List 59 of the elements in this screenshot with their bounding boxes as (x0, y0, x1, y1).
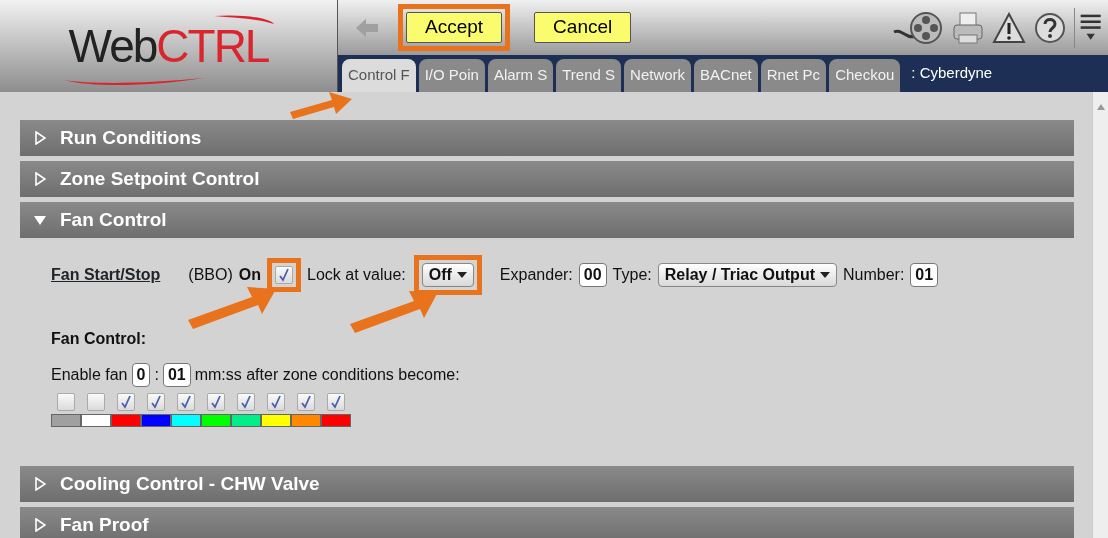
menu-icon[interactable] (1074, 7, 1104, 48)
field-label: Number: (843, 265, 905, 285)
tab[interactable]: Rnet Pc (760, 58, 827, 92)
annotation-arrow (290, 92, 352, 119)
tab[interactable]: Trend S (556, 58, 622, 92)
number-field[interactable]: 01 (910, 263, 939, 287)
section-header[interactable]: Run Conditions (20, 120, 1074, 156)
warning-icon[interactable] (992, 11, 1026, 44)
type-dropdown[interactable]: Relay / Triac Output (657, 263, 837, 287)
caret-icon (820, 272, 830, 278)
value-dropdown[interactable]: Off (421, 263, 474, 287)
cancel-button[interactable]: Cancel (534, 12, 632, 43)
field-label: Lock at value: (307, 265, 406, 285)
film-reel-icon[interactable] (892, 9, 944, 46)
printer-icon[interactable] (952, 10, 984, 45)
field-label: Type: (612, 265, 652, 285)
field-label: Enable fan (51, 365, 128, 385)
section-header[interactable]: Fan Control (20, 202, 1074, 238)
point-link[interactable]: Fan Start/Stop (51, 263, 161, 287)
section-header[interactable]: Fan Proof (20, 507, 1074, 538)
tab[interactable]: I/O Poin (418, 58, 485, 92)
condition-checkbox[interactable] (57, 393, 75, 411)
section-header[interactable]: Cooling Control - CHW Valve (20, 466, 1074, 502)
field-label: mm:ss after zone conditions become: (194, 365, 460, 385)
condition-checkbox[interactable] (237, 393, 255, 411)
lock-checkbox[interactable] (275, 266, 293, 284)
logo: WebCTRL (0, 0, 338, 92)
condition-checkbox[interactable] (147, 393, 165, 411)
value-label: On (238, 265, 261, 285)
expand-icon (34, 477, 46, 491)
location-label: : Cyberdyne (910, 62, 993, 83)
condition-checkbox[interactable] (327, 393, 345, 411)
tab[interactable]: Checkou (829, 58, 901, 92)
condition-checkbox[interactable] (267, 393, 285, 411)
point-type: (BBO) (188, 265, 233, 285)
expand-icon (34, 131, 46, 145)
condition-checkbox[interactable] (87, 393, 105, 411)
scrollbar[interactable] (1092, 92, 1108, 538)
tab[interactable]: Network (624, 58, 692, 92)
separator-label: : (154, 365, 159, 385)
section-header[interactable]: Zone Setpoint Control (20, 161, 1074, 197)
tab[interactable]: Alarm S (487, 58, 554, 92)
tab[interactable]: BACnet (694, 58, 758, 92)
tab[interactable]: Control F (342, 58, 416, 92)
expand-icon (34, 518, 46, 532)
accept-button[interactable]: Accept (406, 12, 503, 43)
condition-checkbox[interactable] (117, 393, 135, 411)
condition-checkbox[interactable] (207, 393, 225, 411)
condition-checkbox[interactable] (177, 393, 195, 411)
subsection-title: Fan Control: (51, 329, 148, 349)
expand-icon (34, 172, 46, 186)
expander-field[interactable]: 00 (578, 263, 607, 287)
collapse-icon (34, 213, 46, 227)
field-label: Expander: (499, 265, 573, 285)
caret-icon (456, 272, 467, 278)
minutes-field[interactable]: 0 (131, 363, 151, 387)
help-icon[interactable] (1034, 11, 1066, 44)
condition-checkbox[interactable] (297, 393, 315, 411)
seconds-field[interactable]: 01 (162, 363, 191, 387)
